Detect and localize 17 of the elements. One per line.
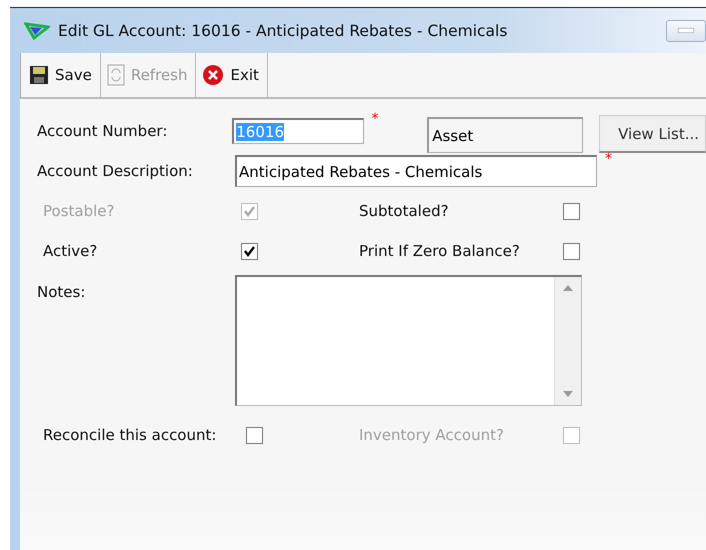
input-field[interactable]: Anticipated Rebates - Chemicals — [235, 155, 597, 187]
required-marker: * — [370, 111, 380, 127]
field-label: Account Description: — [37, 162, 194, 180]
window-title: Edit GL Account: 16016 - Anticipated Rebates - Chemicals — [58, 22, 508, 40]
field-label: Account Number: — [37, 122, 168, 140]
checkbox-label: Print If Zero Balance? — [359, 242, 521, 260]
checkbox-label: Inventory Account? — [359, 426, 505, 444]
field-label: Notes: — [37, 283, 86, 301]
checkbox-label: Subtotaled? — [359, 202, 450, 220]
toolbar-button[interactable]: Exit — [196, 53, 268, 97]
checkbox-label: Postable? — [42, 202, 116, 220]
toolbar-button[interactable]: Save — [23, 53, 101, 97]
required-marker: * — [604, 151, 613, 167]
account-type-field: Asset — [427, 117, 584, 153]
view-list-button[interactable]: View List... — [599, 115, 706, 153]
checkbox-label: Reconcile this account: — [42, 426, 218, 444]
checkbox-label: Active? — [42, 242, 98, 260]
